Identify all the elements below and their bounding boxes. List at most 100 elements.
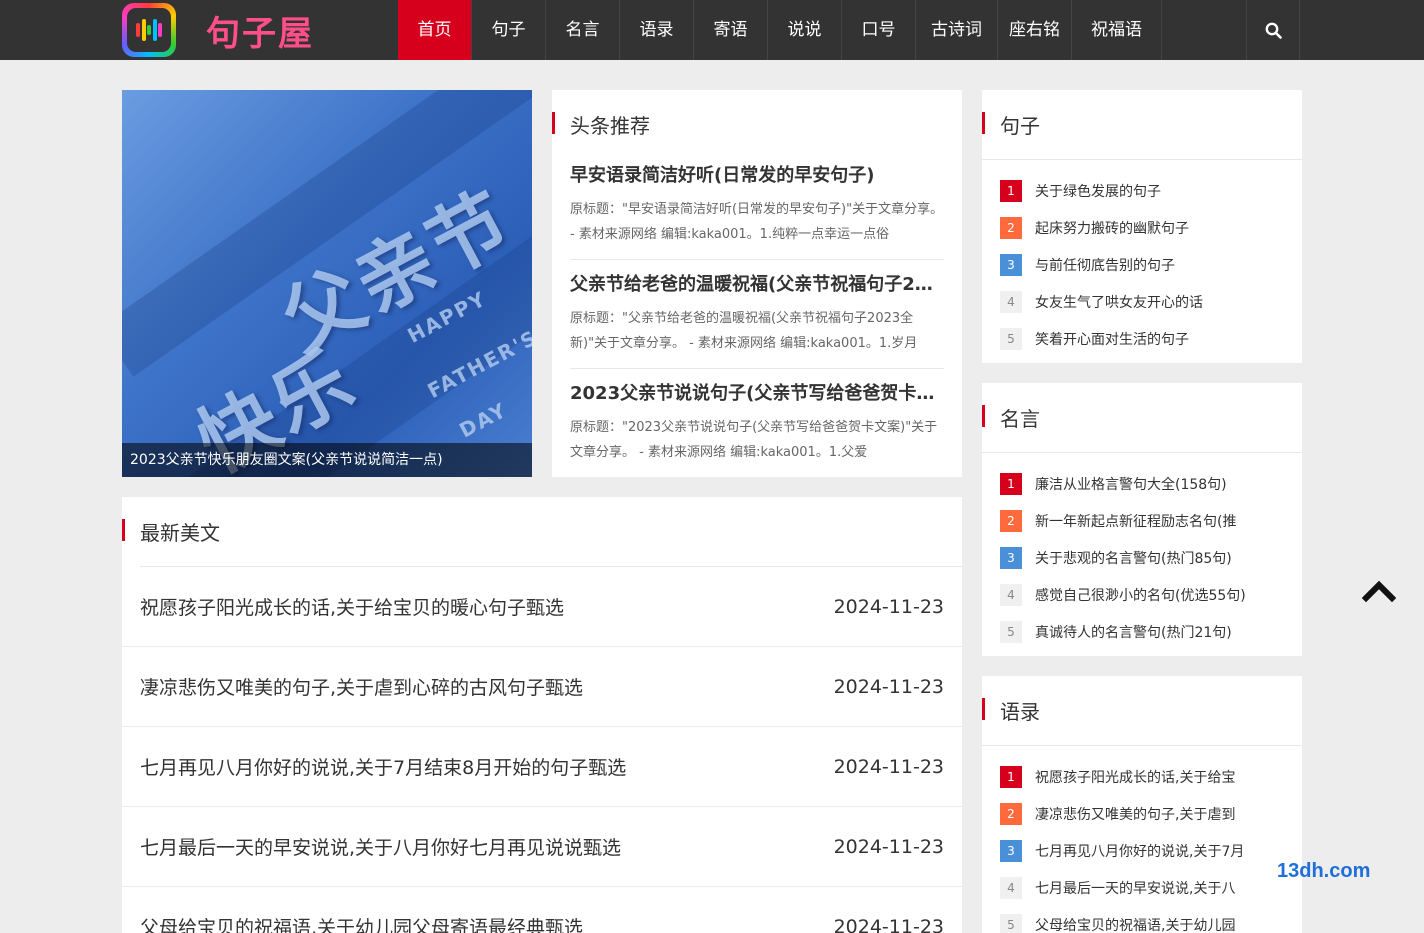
article-title[interactable]: 父母给宝贝的祝福语,关于幼儿园父母寄语最经典甄选 (140, 913, 583, 933)
headline-item-title[interactable]: 早安语录简洁好听(日常发的早安句子) (570, 161, 944, 187)
sidebar-list-item[interactable]: 3 关于悲观的名言警句(热门85句) (1000, 539, 1284, 576)
main-nav: 首页 句子 名言 语录 寄语 说说 口号 古诗词 座右铭 祝福语 (398, 0, 1162, 60)
rank-badge: 1 (1000, 179, 1022, 202)
sidebar-item-label[interactable]: 凄凉悲伤又唯美的句子,关于虐到 (1035, 804, 1235, 824)
sidebar-list-item[interactable]: 5 真诚待人的名言警句(热门21句) (1000, 613, 1284, 650)
section-title: 语录 (982, 696, 1302, 745)
chevron-up-icon (1361, 580, 1397, 603)
rank-badge: 4 (1000, 583, 1022, 606)
sidebar-item-label[interactable]: 廉洁从业格言警句大全(158句) (1035, 474, 1227, 494)
nav-item-3[interactable]: 语录 (620, 0, 694, 60)
sidebar-item-label[interactable]: 真诚待人的名言警句(热门21句) (1035, 622, 1232, 642)
back-to-top-button[interactable] (1361, 574, 1397, 606)
sidebar-list-item[interactable]: 1 祝愿孩子阳光成长的话,关于给宝 (1000, 758, 1284, 795)
rank-badge: 1 (1000, 472, 1022, 495)
section-title: 名言 (982, 403, 1302, 452)
article-date: 2024-11-23 (833, 675, 944, 698)
featured-caption[interactable]: 2023父亲节快乐朋友圈文案(父亲节说说简洁一点) (122, 443, 532, 477)
sidebar-item-label[interactable]: 父母给宝贝的祝福语,关于幼儿园 (1035, 915, 1235, 933)
article-title[interactable]: 祝愿孩子阳光成长的话,关于给宝贝的暖心句子甄选 (140, 593, 564, 620)
nav-item-2[interactable]: 名言 (546, 0, 620, 60)
latest-article-row[interactable]: 七月再见八月你好的说说,关于7月结束8月开始的句子甄选 2024-11-23 (122, 727, 962, 807)
sidebar-list-item[interactable]: 2 起床努力搬砖的幽默句子 (1000, 209, 1284, 246)
latest-articles-panel: 最新美文 祝愿孩子阳光成长的话,关于给宝贝的暖心句子甄选 2024-11-23 凄凉… (122, 497, 962, 933)
rank-badge: 3 (1000, 546, 1022, 569)
sidebar-item-label[interactable]: 七月最后一天的早安说说,关于八 (1035, 878, 1235, 898)
rank-badge: 3 (1000, 839, 1022, 862)
headline-item-summary: 原标题："早安语录简洁好听(日常发的早安句子)"关于文章分享。 - 素材来源网络… (570, 202, 944, 242)
nav-item-6[interactable]: 口号 (842, 0, 916, 60)
sidebar-item-label[interactable]: 关于悲观的名言警句(热门85句) (1035, 548, 1232, 568)
sidebar-box-sayings: 语录 1 祝愿孩子阳光成长的话,关于给宝 2 凄凉悲伤又唯美的句子,关于虐到 3 七月再见… (982, 676, 1302, 933)
sidebar-item-label[interactable]: 笑着开心面对生活的句子 (1035, 329, 1189, 349)
article-title[interactable]: 七月最后一天的早安说说,关于八月你好七月再见说说甄选 (140, 833, 621, 860)
top-navbar: 句子屋 首页 句子 名言 语录 寄语 说说 口号 古诗词 座右铭 祝福语 (0, 0, 1424, 60)
headline-recommend-panel: 头条推荐 早安语录简洁好听(日常发的早安句子) 原标题："早安语录简洁好听(日常发… (552, 90, 962, 477)
rank-badge: 4 (1000, 290, 1022, 313)
headline-item-summary: 原标题："2023父亲节说说句子(父亲节写给爸爸贺卡文案)"关于文章分享。 - … (570, 420, 938, 460)
nav-item-8[interactable]: 座右铭 (998, 0, 1072, 60)
rank-badge: 3 (1000, 253, 1022, 276)
nav-item-4[interactable]: 寄语 (694, 0, 768, 60)
headline-item: 早安语录简洁好听(日常发的早安句子) 原标题："早安语录简洁好听(日常发的早安句子… (570, 151, 944, 260)
article-date: 2024-11-23 (833, 755, 944, 778)
site-logo[interactable]: 句子屋 (122, 3, 314, 57)
sidebar-list-item[interactable]: 3 与前任彻底告别的句子 (1000, 246, 1284, 283)
sidebar-item-label[interactable]: 祝愿孩子阳光成长的话,关于给宝 (1035, 767, 1235, 787)
article-date: 2024-11-23 (833, 595, 944, 618)
sidebar-list-item[interactable]: 1 关于绿色发展的句子 (1000, 172, 1284, 209)
latest-article-row[interactable]: 父母给宝贝的祝福语,关于幼儿园父母寄语最经典甄选 2024-11-23 (122, 887, 962, 933)
watermark: 13dh.com (1277, 860, 1371, 882)
rank-badge: 5 (1000, 327, 1022, 350)
sidebar-item-label[interactable]: 七月再见八月你好的说说,关于7月 (1035, 841, 1244, 861)
sidebar-list-item[interactable]: 1 廉洁从业格言警句大全(158句) (1000, 465, 1284, 502)
article-title[interactable]: 七月再见八月你好的说说,关于7月结束8月开始的句子甄选 (140, 753, 626, 780)
section-title: 句子 (982, 110, 1302, 159)
sidebar-item-label[interactable]: 关于绿色发展的句子 (1035, 181, 1161, 201)
site-name: 句子屋 (206, 13, 314, 54)
nav-item-7[interactable]: 古诗词 (916, 0, 998, 60)
headline-item-title[interactable]: 父亲节给老爸的温暖祝福(父亲节祝福句子2023全新) (570, 270, 944, 296)
sidebar-item-label[interactable]: 与前任彻底告别的句子 (1035, 255, 1175, 275)
search-icon (1265, 22, 1282, 39)
sidebar-list-item[interactable]: 4 女友生气了哄女友开心的话 (1000, 283, 1284, 320)
rank-badge: 4 (1000, 876, 1022, 899)
sidebar-box-quotes: 名言 1 廉洁从业格言警句大全(158句) 2 新一年新起点新征程励志名句(推 3 关于悲… (982, 383, 1302, 656)
sidebar-list-item[interactable]: 5 笑着开心面对生活的句子 (1000, 320, 1284, 357)
article-date: 2024-11-23 (833, 915, 944, 933)
rank-badge: 5 (1000, 913, 1022, 933)
rank-badge: 1 (1000, 765, 1022, 788)
nav-item-5[interactable]: 说说 (768, 0, 842, 60)
sidebar-list-item[interactable]: 4 七月最后一天的早安说说,关于八 (1000, 869, 1284, 906)
latest-article-row[interactable]: 凄凉悲伤又唯美的句子,关于虐到心碎的古风句子甄选 2024-11-23 (122, 647, 962, 727)
article-title[interactable]: 凄凉悲伤又唯美的句子,关于虐到心碎的古风句子甄选 (140, 673, 583, 700)
sidebar-item-label[interactable]: 女友生气了哄女友开心的话 (1035, 292, 1203, 312)
headline-item: 2023父亲节说说句子(父亲节写给爸爸贺卡文案) 原标题："2023父亲节说说句子… (570, 369, 944, 477)
sidebar-item-label[interactable]: 起床努力搬砖的幽默句子 (1035, 218, 1189, 238)
nav-item-9[interactable]: 祝福语 (1072, 0, 1162, 60)
sidebar-list-item[interactable]: 4 感觉自己很渺小的名句(优选55句) (1000, 576, 1284, 613)
rank-badge: 2 (1000, 509, 1022, 532)
sidebar-list-item[interactable]: 2 新一年新起点新征程励志名句(推 (1000, 502, 1284, 539)
search-button[interactable] (1246, 0, 1300, 60)
featured-article-image[interactable]: 父亲节 快乐 HAPPY FATHER'S DAY 2023父亲节快乐朋友圈文案… (122, 90, 532, 477)
article-date: 2024-11-23 (833, 835, 944, 858)
nav-item-1[interactable]: 句子 (472, 0, 546, 60)
rank-badge: 2 (1000, 216, 1022, 239)
section-title: 头条推荐 (552, 110, 944, 139)
headline-item-summary: 原标题："父亲节给老爸的温暖祝福(父亲节祝福句子2023全新)"关于文章分享。 … (570, 311, 918, 351)
nav-item-0[interactable]: 首页 (398, 0, 472, 60)
headline-item-title[interactable]: 2023父亲节说说句子(父亲节写给爸爸贺卡文案) (570, 379, 944, 405)
headline-item: 父亲节给老爸的温暖祝福(父亲节祝福句子2023全新) 原标题："父亲节给老爸的温暖… (570, 260, 944, 369)
sidebar-list-item[interactable]: 3 七月再见八月你好的说说,关于7月 (1000, 832, 1284, 869)
rank-badge: 2 (1000, 802, 1022, 825)
latest-article-row[interactable]: 祝愿孩子阳光成长的话,关于给宝贝的暖心句子甄选 2024-11-23 (122, 567, 962, 647)
latest-article-row[interactable]: 七月最后一天的早安说说,关于八月你好七月再见说说甄选 2024-11-23 (122, 807, 962, 887)
sidebar-list-item[interactable]: 2 凄凉悲伤又唯美的句子,关于虐到 (1000, 795, 1284, 832)
image-text-en-3: DAY (455, 397, 512, 443)
sidebar-list-item[interactable]: 5 父母给宝贝的祝福语,关于幼儿园 (1000, 906, 1284, 933)
rank-badge: 5 (1000, 620, 1022, 643)
logo-icon (122, 3, 176, 57)
sidebar-item-label[interactable]: 感觉自己很渺小的名句(优选55句) (1035, 585, 1246, 605)
sidebar-item-label[interactable]: 新一年新起点新征程励志名句(推 (1035, 511, 1236, 531)
